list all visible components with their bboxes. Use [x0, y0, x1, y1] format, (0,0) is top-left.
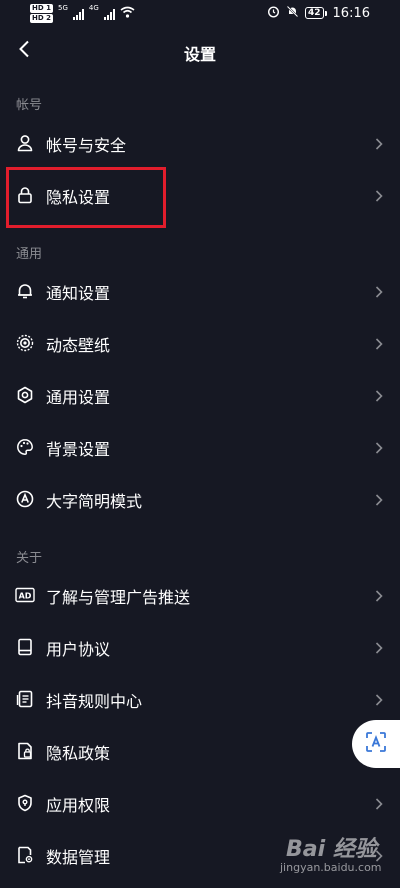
alarm-icon: [267, 5, 280, 21]
palette-icon: [15, 437, 35, 457]
clock: 16:16: [332, 5, 370, 21]
signal-icon: [72, 8, 84, 20]
section-title-general: 通用: [16, 247, 43, 262]
chevron-right-icon: [374, 640, 384, 654]
highlight-annotation-box: [6, 167, 166, 228]
row-label: 通知设置: [46, 284, 111, 303]
nav-bar: 设置: [0, 30, 400, 74]
network-type-1: 5G: [57, 4, 68, 12]
battery-level: 42: [305, 7, 324, 19]
large-font-icon: [15, 489, 35, 509]
row-label: 抖音规则中心: [46, 692, 143, 711]
hd1-badge: HD 1: [30, 4, 53, 13]
settings-row-rules-center[interactable]: 抖音规则中心: [0, 675, 400, 723]
settings-row-large-font-mode[interactable]: 大字简明模式: [0, 475, 400, 523]
settings-row-background-settings[interactable]: 背景设置: [0, 423, 400, 471]
settings-row-user-agreement[interactable]: 用户协议: [0, 623, 400, 671]
battery-icon: 42: [305, 7, 327, 19]
text-scan-icon: [365, 731, 387, 757]
row-label: 通用设置: [46, 388, 111, 407]
shield-icon: [15, 793, 35, 813]
book-icon: [15, 637, 35, 657]
settings-row-live-wallpaper[interactable]: 动态壁纸: [0, 319, 400, 367]
signal-icon-2: [103, 8, 115, 20]
wifi-icon: [120, 6, 135, 21]
privacy-doc-icon: [15, 741, 35, 761]
settings-row-account-security[interactable]: 帐号与安全: [0, 119, 400, 167]
row-label: 隐私政策: [46, 744, 111, 763]
bell-icon: [15, 281, 35, 301]
settings-row-notifications[interactable]: 通知设置: [0, 267, 400, 315]
row-label: 了解与管理广告推送: [46, 588, 191, 607]
row-label: 背景设置: [46, 440, 111, 459]
row-label: 数据管理: [46, 848, 111, 867]
chevron-right-icon: [374, 492, 384, 506]
mute-bell-icon: [286, 5, 299, 21]
chevron-right-icon: [374, 284, 384, 298]
row-label: 大字简明模式: [46, 492, 143, 511]
row-label: 帐号与安全: [46, 136, 127, 155]
chevron-right-icon: [374, 388, 384, 402]
status-bar: HD 1 HD 2 5G 4G 42 16:16: [0, 0, 400, 28]
chevron-right-icon: [374, 588, 384, 602]
rules-icon: [15, 689, 35, 709]
row-label: 用户协议: [46, 640, 111, 659]
chevron-right-icon: [374, 440, 384, 454]
watermark-brand: Bai 经验: [286, 837, 377, 862]
row-label: 应用权限: [46, 796, 111, 815]
wallpaper-icon: [15, 333, 35, 353]
svg-text:AD: AD: [19, 592, 32, 601]
settings-row-privacy-policy[interactable]: 隐私政策: [0, 727, 400, 775]
hd-badges: HD 1 HD 2: [30, 4, 53, 23]
section-title-about: 关于: [16, 551, 43, 566]
data-icon: [15, 845, 35, 865]
floating-text-recognition-button[interactable]: [352, 720, 400, 768]
watermark-url: jingyan.baidu.com: [280, 861, 382, 874]
chevron-right-icon: [374, 692, 384, 706]
hd2-badge: HD 2: [30, 14, 53, 23]
chevron-right-icon: [374, 336, 384, 350]
watermark: Bai 经验 jingyan.baidu.com: [280, 837, 382, 874]
network-type-2: 4G: [88, 4, 99, 12]
ad-icon: AD: [15, 585, 35, 605]
user-icon: [15, 133, 35, 153]
settings-row-app-permissions[interactable]: 应用权限: [0, 779, 400, 827]
section-title-account: 帐号: [16, 98, 43, 113]
chevron-right-icon: [374, 188, 384, 202]
chevron-right-icon: [374, 796, 384, 810]
page-title: 设置: [183, 45, 216, 64]
gear-icon: [15, 385, 35, 405]
settings-row-ad-management[interactable]: AD 了解与管理广告推送: [0, 571, 400, 619]
row-label: 动态壁纸: [46, 336, 111, 355]
settings-row-general-settings[interactable]: 通用设置: [0, 371, 400, 419]
chevron-right-icon: [374, 136, 384, 150]
